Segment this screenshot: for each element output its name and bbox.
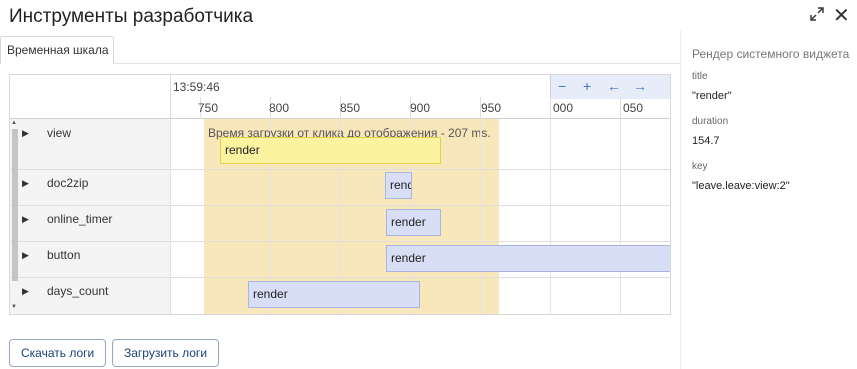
zoom-controls: − + ← → [550, 75, 670, 99]
grid-line [620, 119, 621, 314]
render-bar-doc2zip[interactable]: rend [385, 172, 412, 199]
row-label-doc2zip: doc2zip [47, 176, 89, 190]
row-label-online-timer: online_timer [47, 212, 113, 226]
download-logs-button[interactable]: Скачать логи [9, 339, 107, 367]
expand-row-icon[interactable]: ▶ [22, 286, 29, 297]
field-key-duration: duration [692, 116, 729, 127]
zoom-out-button[interactable]: − [558, 78, 566, 94]
row-label-button: button [47, 248, 81, 262]
field-value-title: "render" [692, 90, 732, 102]
tick-line [620, 97, 621, 119]
row-divider [10, 277, 670, 278]
tick-label: 750 [198, 101, 219, 115]
close-icon[interactable]: ✕ [833, 3, 850, 28]
row-divider [10, 169, 670, 170]
tick-label: 900 [410, 101, 431, 115]
tick-label: 000 [553, 101, 574, 115]
expand-row-icon[interactable]: ▶ [22, 128, 29, 139]
row-label-days-count: days_count [47, 284, 109, 298]
scroll-left-button[interactable]: ← [607, 78, 621, 94]
expand-row-icon[interactable]: ▶ [22, 214, 29, 225]
field-value-key: "leave.leave:view:2" [692, 180, 790, 192]
render-bar-days-count[interactable]: render [248, 281, 420, 308]
tick-label: 850 [340, 101, 361, 115]
row-divider [10, 241, 670, 242]
grid-line [480, 119, 481, 314]
details-title: Рендер системного виджета [692, 47, 850, 61]
timestamp-start: 13:59:46 [173, 80, 220, 94]
field-value-duration: 154.7 [692, 135, 720, 147]
page-title: Инструменты разработчика [9, 6, 254, 27]
grid-line [170, 119, 171, 314]
timeline: 13:59:46 13 − + ← → 750 800 850 900 950 … [9, 74, 671, 315]
zoom-in-button[interactable]: + [583, 78, 591, 94]
header-separator [170, 75, 171, 119]
tab-timeline[interactable]: Временная шкала [0, 36, 114, 64]
panel-divider [680, 30, 681, 369]
upload-logs-button[interactable]: Загрузить логи [112, 339, 220, 367]
field-key-key: key [692, 161, 708, 172]
render-bar-online-timer[interactable]: render [386, 209, 441, 236]
tick-label: 950 [481, 101, 502, 115]
expand-row-icon[interactable]: ▶ [22, 178, 29, 189]
scroll-down-arrow[interactable]: ▼ [11, 304, 17, 310]
scrollbar-thumb[interactable] [12, 129, 18, 281]
render-bar-view[interactable]: render [220, 137, 441, 164]
grid-line [550, 119, 551, 314]
scroll-right-button[interactable]: → [633, 78, 647, 94]
expand-icon[interactable] [809, 6, 825, 22]
tick-line [550, 97, 551, 119]
row-label-view: view [47, 126, 72, 140]
expand-row-icon[interactable]: ▶ [22, 250, 29, 261]
field-key-title: title [692, 71, 708, 82]
row-divider [10, 205, 670, 206]
tick-label: 800 [269, 101, 290, 115]
render-bar-button[interactable]: render [386, 245, 670, 272]
scroll-up-arrow[interactable]: ▲ [11, 120, 17, 126]
tab-divider [114, 63, 680, 64]
tick-label: 050 [623, 101, 644, 115]
